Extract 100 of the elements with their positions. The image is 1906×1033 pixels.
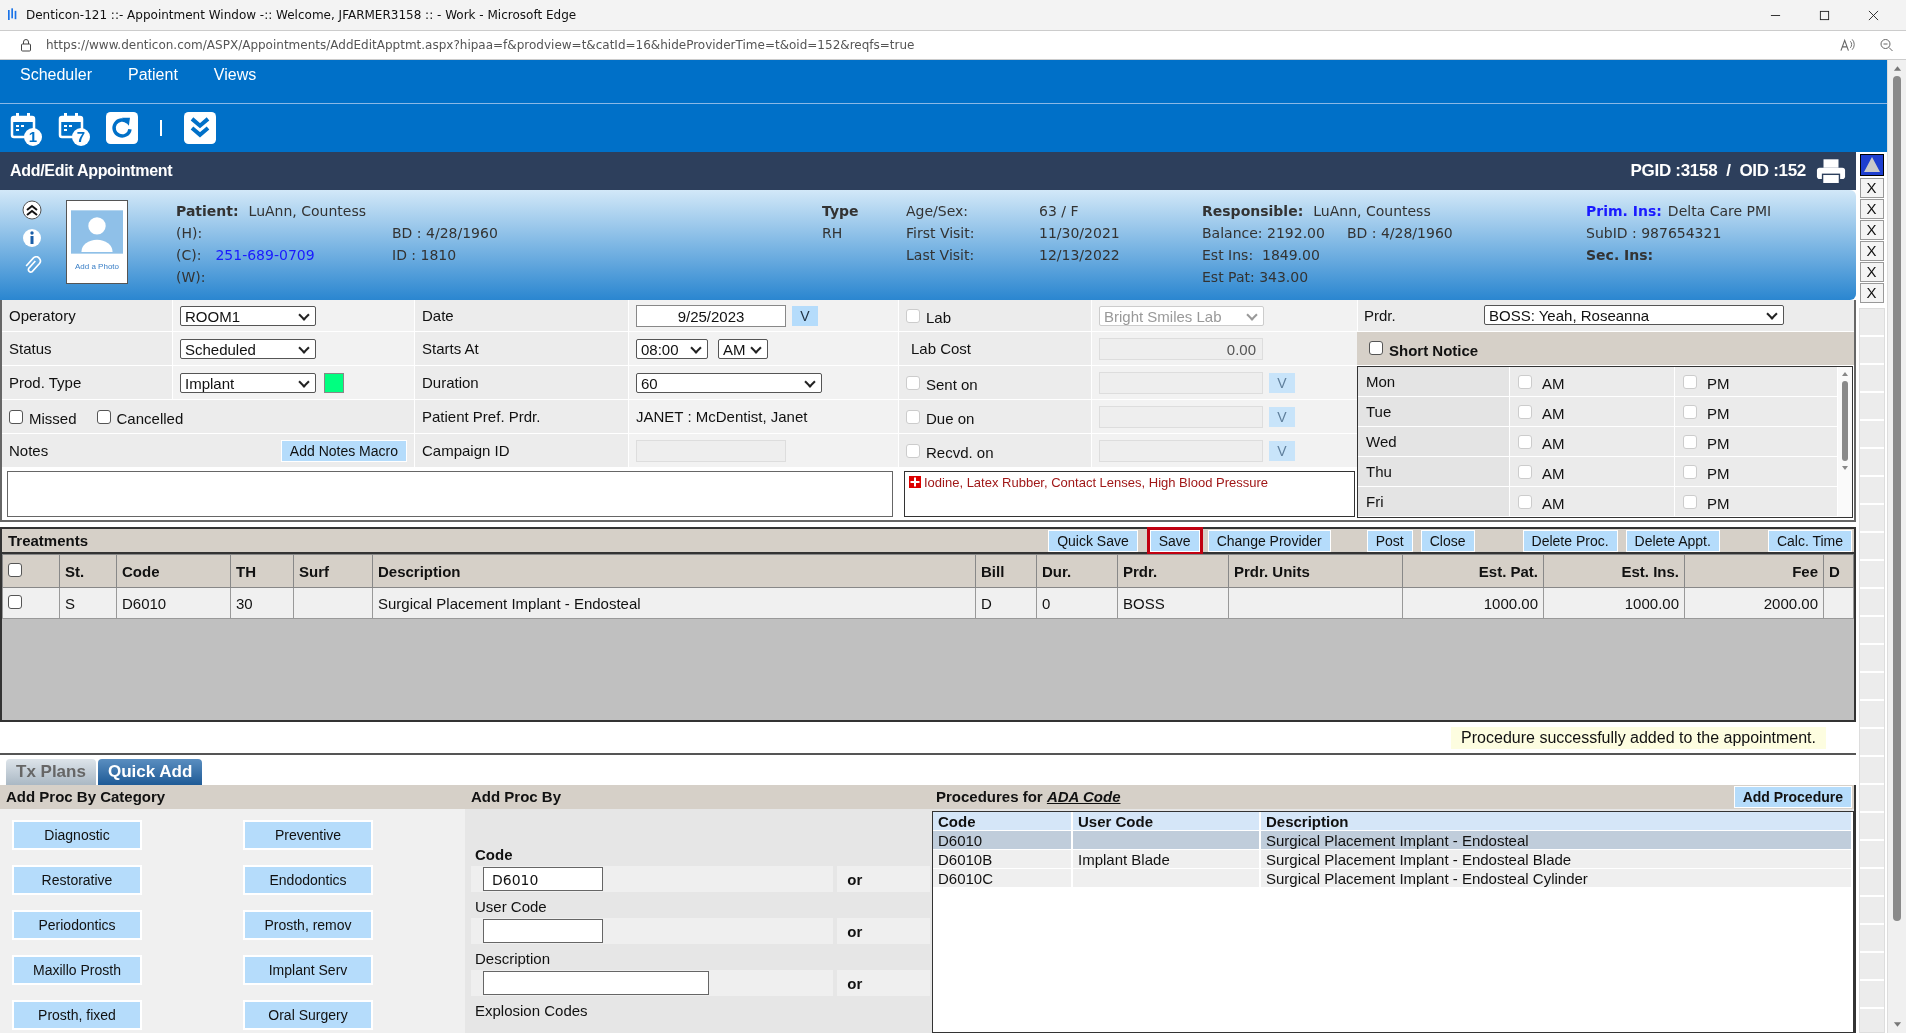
category-button[interactable]: Endodontics: [243, 865, 373, 895]
checkbox[interactable]: [96, 409, 111, 424]
collapse-icon[interactable]: [22, 200, 42, 220]
field-label: Last Visit:: [906, 247, 975, 263]
column-header: D: [1823, 554, 1854, 588]
table-cell[interactable]: Implant Blade: [1072, 849, 1260, 869]
address-field[interactable]: https://www.denticon.com/ASPX/Appointments/AddEditApptmt.aspx?hipaa=f&prodview=t&catId=16&hideProviderTime=t&oid=152&reqfs=true: [46, 38, 915, 52]
input-field[interactable]: [483, 971, 709, 995]
field-value: 63 / F: [1039, 203, 1079, 219]
checkbox[interactable]: [1369, 341, 1383, 356]
toolbar-button[interactable]: Calc. Time: [1767, 529, 1852, 552]
info-icon[interactable]: [22, 228, 42, 248]
checkbox-label: PM: [1707, 375, 1730, 392]
table-cell[interactable]: D6010: [933, 830, 1072, 850]
input-field[interactable]: [483, 919, 603, 943]
photo-caption: Add a Photo: [74, 262, 119, 271]
checkbox-label: Sent on: [926, 376, 978, 393]
field-label: User Code: [474, 897, 548, 917]
remove-button[interactable]: X: [1859, 178, 1884, 198]
field-label: Prim. Ins:: [1586, 203, 1662, 219]
toolbar-button[interactable]: Close: [1420, 529, 1475, 552]
record-ids: PGID :3158 / OID :152: [1630, 161, 1806, 181]
dropdown[interactable]: 08:00: [636, 338, 708, 359]
notes-field[interactable]: [7, 471, 893, 517]
day-label: Thu: [1366, 463, 1392, 480]
input-field[interactable]: D6010: [483, 867, 603, 891]
column-header: Prdr.: [1117, 554, 1229, 588]
add-photo-button[interactable]: Add a Photo: [66, 200, 128, 284]
scrollbar-thumb[interactable]: [1842, 381, 1848, 461]
menu-item[interactable]: Patient: [128, 66, 178, 84]
dropdown[interactable]: ROOM1: [180, 305, 316, 326]
category-button[interactable]: Prosth, remov: [243, 910, 373, 940]
table-cell[interactable]: D6010B: [933, 849, 1072, 869]
zoom-out-icon[interactable]: [1879, 38, 1894, 52]
dropdown[interactable]: Scheduled: [180, 338, 316, 359]
toolbar-button[interactable]: Delete Proc.: [1522, 529, 1618, 552]
medical-alerts: Iodine, Latex Rubber, Contact Lenses, High Blood Pressure: [924, 475, 1268, 490]
dropdown[interactable]: BOSS: Yeah, Roseanna: [1484, 305, 1784, 326]
refresh-icon[interactable]: [106, 112, 138, 144]
category-button[interactable]: Preventive: [243, 820, 373, 850]
table-cell: Surgical Placement Implant - Endosteal: [372, 587, 976, 619]
calendar-icon[interactable]: [10, 112, 38, 140]
table-cell[interactable]: D6010C: [933, 868, 1072, 887]
category-button[interactable]: Maxillo Prosth: [12, 955, 142, 985]
field-label: Operatory: [9, 307, 76, 324]
section-title: Add/Edit Appointment: [10, 162, 173, 180]
toolbar-button[interactable]: Change Provider: [1207, 529, 1331, 552]
category-button[interactable]: Prosth, fixed: [12, 1000, 142, 1030]
add-procedure-button[interactable]: Add Procedure: [1733, 786, 1852, 808]
add-notes-macro-button[interactable]: Add Notes Macro: [280, 439, 407, 462]
category-button[interactable]: Restorative: [12, 865, 142, 895]
checkbox-label: Missed: [29, 410, 77, 427]
dropdown[interactable]: Implant: [180, 372, 316, 393]
tab[interactable]: Quick Add: [97, 759, 203, 785]
checkbox[interactable]: [8, 562, 22, 577]
printer-icon[interactable]: [1816, 157, 1846, 185]
field-label: Campaign ID: [422, 442, 510, 459]
table-cell[interactable]: Surgical Placement Implant - Endosteal Cylinder: [1260, 868, 1852, 887]
scrollbar-thumb[interactable]: [1893, 76, 1901, 921]
tab[interactable]: Tx Plans: [6, 759, 96, 785]
column-header: Prdr. Units: [1228, 554, 1403, 588]
menu-item[interactable]: Scheduler: [20, 66, 93, 84]
remove-button[interactable]: X: [1859, 283, 1884, 303]
field-label: Patient:: [176, 203, 239, 219]
scrollbar[interactable]: [1838, 367, 1852, 517]
day-label: Fri: [1366, 493, 1384, 510]
remove-button[interactable]: X: [1859, 220, 1884, 240]
double-chevron-down-icon[interactable]: [184, 112, 216, 144]
dropdown[interactable]: 60: [636, 372, 822, 393]
input-field[interactable]: 9/25/2023: [636, 304, 786, 327]
scrollbar[interactable]: [1887, 60, 1906, 1033]
table-cell[interactable]: Surgical Placement Implant - Endosteal Blade: [1260, 849, 1852, 869]
toolbar-button[interactable]: Delete Appt.: [1625, 529, 1720, 552]
maximize-icon[interactable]: [1819, 9, 1830, 21]
remove-button[interactable]: X: [1859, 262, 1884, 282]
column-header: TH: [230, 554, 294, 588]
column-header: Surf: [293, 554, 373, 588]
menu-item[interactable]: Views: [213, 66, 257, 84]
category-button[interactable]: Oral Surgery: [243, 1000, 373, 1030]
calendar-button[interactable]: V: [792, 305, 818, 326]
close-icon[interactable]: [1868, 9, 1879, 21]
read-aloud-icon[interactable]: [1840, 38, 1855, 52]
calendar-icon[interactable]: [58, 112, 86, 140]
category-button[interactable]: Periodontics: [12, 910, 142, 940]
field-label: Sec. Ins:: [1586, 247, 1654, 263]
scroll-top-button[interactable]: [1859, 154, 1884, 176]
toolbar-button[interactable]: Save: [1149, 529, 1200, 552]
table-cell: 0: [1036, 587, 1118, 619]
dropdown[interactable]: AM: [718, 338, 768, 359]
remove-button[interactable]: X: [1859, 241, 1884, 261]
toolbar-button[interactable]: Quick Save: [1048, 529, 1138, 552]
checkbox[interactable]: [9, 409, 23, 424]
source-link[interactable]: ADA Code: [1046, 788, 1121, 805]
remove-button[interactable]: X: [1859, 199, 1884, 219]
category-button[interactable]: Implant Serv: [243, 955, 373, 985]
checkbox[interactable]: [8, 594, 22, 609]
section-header: Add Proc By: [465, 785, 930, 809]
table-cell[interactable]: Surgical Placement Implant - Endosteal: [1260, 830, 1852, 850]
category-button[interactable]: Diagnostic: [12, 820, 142, 850]
toolbar-button[interactable]: Post: [1366, 529, 1413, 552]
